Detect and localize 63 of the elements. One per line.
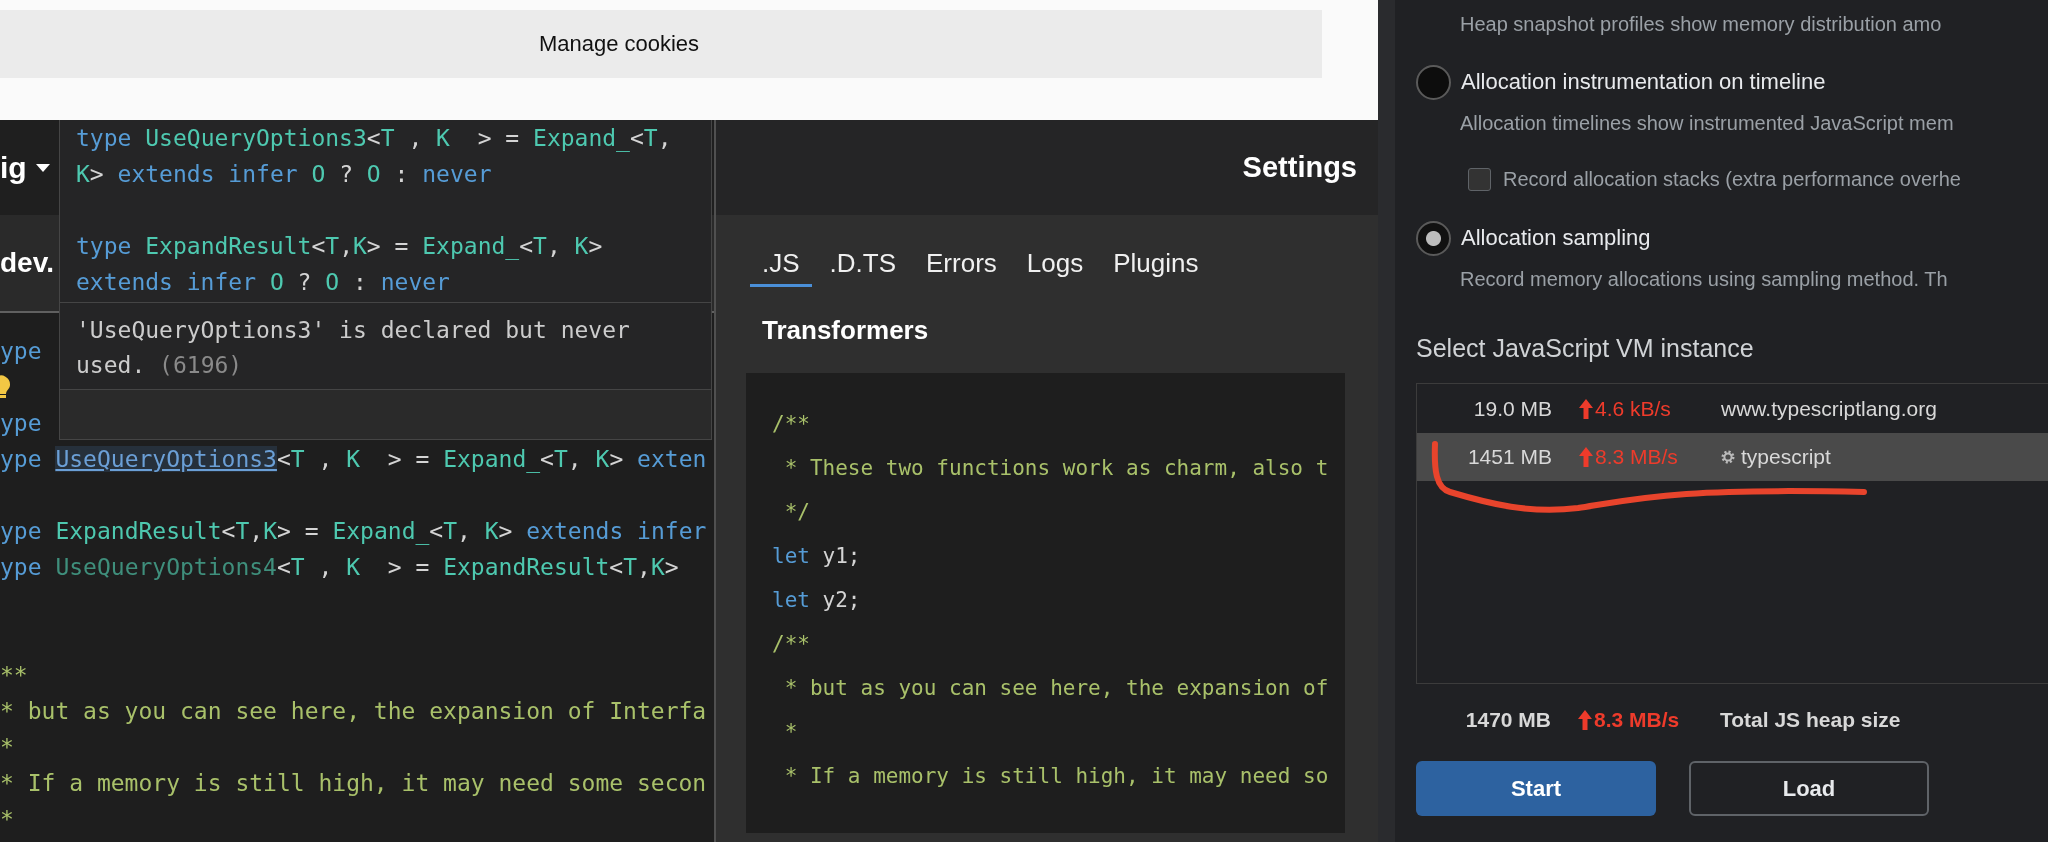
heap-size: 19.0 MB	[1473, 397, 1552, 421]
code-line: */	[783, 499, 810, 526]
code-line: *	[783, 719, 798, 746]
code-line: ype UseQueryOptions4<T , K > = ExpandResult<T,K>	[0, 553, 679, 582]
output-tab[interactable]: .JS	[750, 247, 812, 287]
code-line: ype	[0, 337, 42, 366]
vm-instance-row[interactable]: 1451 MB 8.3 MB/s typescript	[1417, 433, 2048, 481]
code-line: * If a memory is still high, it may need some secon	[0, 769, 707, 798]
checkbox[interactable]	[1468, 167, 1491, 191]
vm-instance-row[interactable]: 19.0 MB 4.6 kB/s www.typescriptlang.org	[1417, 385, 2048, 433]
radio-button[interactable]	[1416, 220, 1451, 256]
transformers-tab[interactable]: Transformers	[762, 313, 929, 347]
code-line: * If a memory is still high, it may need so	[783, 763, 1329, 790]
section-heading: Select JavaScript VM instance	[1416, 333, 1754, 364]
code-line: * but as you can see here, the expansion of	[783, 675, 1329, 702]
code-line: ype ExpandResult<T,K> = Expand_<T, K> extends infer	[0, 517, 707, 547]
total-label: Total JS heap size	[1720, 708, 1902, 732]
code-line: *	[0, 805, 14, 834]
code-line: let y2;	[772, 587, 861, 614]
code-line: let y1;	[772, 543, 861, 570]
instance-name: www.typescriptlang.org	[1721, 397, 1937, 421]
option-description: Heap snapshot profiles show memory distribution amo	[1460, 12, 1942, 37]
code-line: * These two functions work as charm, also t	[783, 455, 1329, 482]
manage-cookies-button[interactable]: Manage cookies	[0, 10, 1322, 78]
option-description: Record memory allocations using sampling method. Th	[1460, 267, 1948, 292]
code-line: ype	[0, 409, 42, 438]
option-label[interactable]: Allocation sampling	[1461, 225, 1651, 251]
diagnostic-message: 'UseQueryOptions3' is declared but never used. (6196)	[76, 316, 631, 380]
option-description: Allocation timelines show instrumented JavaScript mem	[1460, 111, 1954, 136]
code-line: **	[0, 661, 28, 690]
heap-size: 1470 MB	[1465, 708, 1551, 732]
code-line: extends infer O ? O : never	[76, 268, 450, 297]
code-line: ype UseQueryOptions3<T , K > = Expand_<T, K> exten	[0, 445, 707, 475]
radio-button[interactable]	[1416, 64, 1451, 100]
code-line: type ExpandResult<T,K> = Expand_<T, K>	[76, 232, 603, 262]
code-line: /**	[772, 631, 810, 658]
code-line: type UseQueryOptions3<T , K > = Expand_<T,	[76, 124, 672, 154]
code-line: * but as you can see here, the expansion of Interfa	[0, 697, 707, 726]
caret-icon	[34, 162, 51, 173]
allocation-rate: 4.6 kB/s	[1595, 397, 1671, 421]
code-line: /**	[772, 411, 810, 438]
option-label[interactable]: Allocation instrumentation on timeline	[1461, 69, 1826, 95]
version-tab[interactable]: dev.	[0, 247, 54, 279]
up-arrow-icon	[1578, 710, 1592, 730]
lightbulb-icon[interactable]	[0, 375, 12, 399]
action-button[interactable]: Load	[1689, 761, 1929, 816]
output-tab[interactable]: Errors	[914, 247, 1009, 287]
heap-size: 1451 MB	[1467, 445, 1552, 469]
up-arrow-icon	[1579, 399, 1593, 419]
settings-link[interactable]: Settings	[1242, 151, 1357, 184]
checkbox-label[interactable]: Record allocation stacks (extra performance overhe	[1503, 167, 1961, 191]
action-button[interactable]: Start	[1416, 761, 1656, 816]
allocation-rate: 8.3 MB/s	[1595, 445, 1678, 469]
code-line: K> extends infer O ? O : never	[76, 160, 492, 189]
output-tab[interactable]: .D.TS	[817, 247, 909, 287]
config-dropdown[interactable]: ig	[0, 150, 51, 185]
output-tab[interactable]: Logs	[1014, 247, 1096, 287]
output-tab[interactable]: Plugins	[1101, 247, 1211, 287]
allocation-rate: 8.3 MB/s	[1594, 708, 1680, 732]
gear-icon	[1721, 450, 1735, 464]
up-arrow-icon	[1579, 447, 1593, 467]
code-line: *	[0, 733, 14, 762]
instance-name: typescript	[1741, 445, 1831, 469]
